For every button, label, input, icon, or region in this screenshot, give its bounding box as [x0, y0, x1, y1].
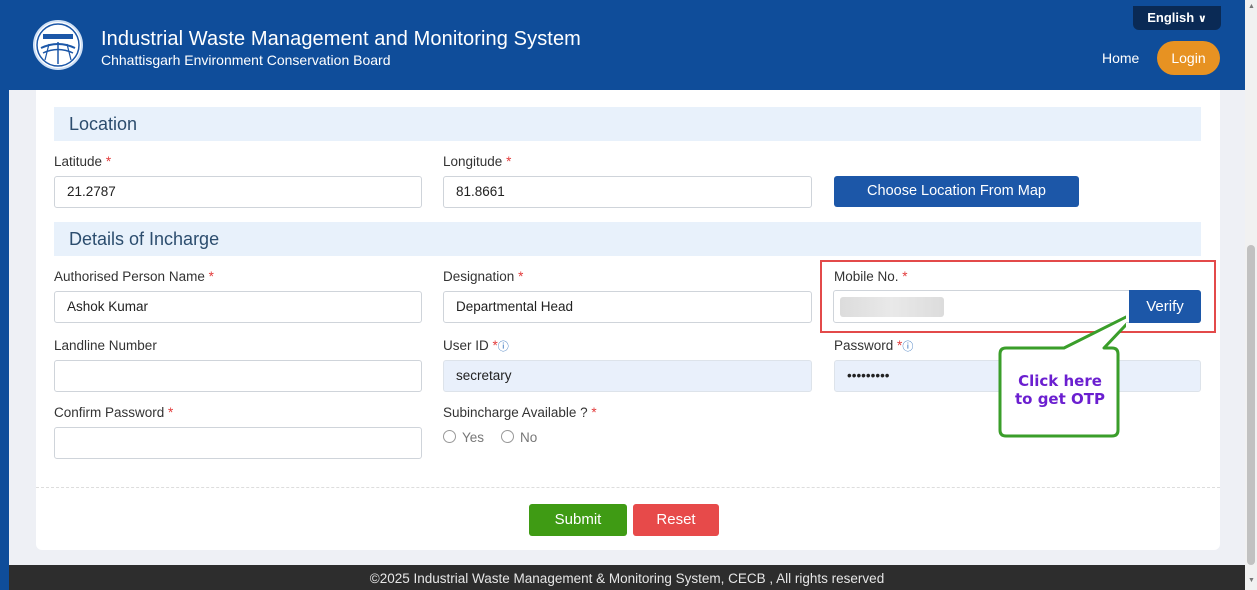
info-icon[interactable]: ⓘ — [902, 341, 913, 353]
landline-number-input[interactable] — [54, 360, 422, 392]
latitude-label: Latitude * — [54, 154, 112, 169]
language-select[interactable]: English ∨ — [1133, 6, 1221, 30]
form-divider — [36, 487, 1220, 488]
vertical-scrollbar[interactable]: ▲ ▼ — [1245, 0, 1257, 590]
cecb-logo-icon — [33, 20, 83, 70]
latitude-input[interactable]: 21.2787 — [54, 176, 422, 208]
user-id-label: User ID *ⓘ — [443, 338, 509, 353]
designation-label: Designation * — [443, 269, 524, 284]
required-mark: * — [591, 405, 597, 420]
password-label: Password *ⓘ — [834, 338, 914, 353]
landline-number-label: Landline Number — [54, 338, 157, 353]
app-subtitle: Chhattisgarh Environment Conservation Bo… — [101, 52, 391, 68]
section-location-heading: Location — [54, 107, 1201, 141]
subincharge-yes-label[interactable]: Yes — [462, 430, 484, 445]
confirm-password-input[interactable] — [54, 427, 422, 459]
scroll-down-icon[interactable]: ▼ — [1248, 577, 1255, 584]
subincharge-yes-radio[interactable] — [443, 430, 456, 443]
section-incharge-heading: Details of Incharge — [54, 222, 1201, 256]
chevron-down-icon: ∨ — [1197, 13, 1207, 25]
required-mark: * — [208, 269, 214, 284]
subincharge-no-radio[interactable] — [501, 430, 514, 443]
submit-button[interactable]: Submit — [529, 504, 627, 536]
scroll-up-icon[interactable]: ▲ — [1248, 3, 1255, 10]
longitude-input[interactable]: 81.8661 — [443, 176, 812, 208]
authorised-person-name-input[interactable]: Ashok Kumar — [54, 291, 422, 323]
subincharge-available-label: Subincharge Available ? * — [443, 405, 597, 420]
longitude-label: Longitude * — [443, 154, 512, 169]
login-button[interactable]: Login — [1157, 41, 1220, 75]
app-title: Industrial Waste Management and Monitori… — [101, 28, 581, 50]
subincharge-no-label[interactable]: No — [520, 430, 537, 445]
required-mark: * — [506, 154, 512, 169]
required-mark: * — [105, 154, 112, 169]
reset-button[interactable]: Reset — [633, 504, 719, 536]
required-mark: * — [518, 269, 524, 284]
app-header: Industrial Waste Management and Monitori… — [0, 0, 1245, 90]
choose-location-from-map-button[interactable]: Choose Location From Map — [834, 176, 1079, 207]
required-mark: * — [168, 405, 174, 420]
confirm-password-label: Confirm Password * — [54, 405, 174, 420]
language-label: English — [1147, 10, 1195, 25]
home-link[interactable]: Home — [1102, 50, 1139, 66]
scrollbar-thumb[interactable] — [1247, 245, 1255, 565]
designation-input[interactable]: Departmental Head — [443, 291, 812, 323]
left-frame-border — [0, 90, 9, 590]
user-id-input: secretary — [443, 360, 812, 392]
info-icon[interactable]: ⓘ — [498, 341, 509, 353]
page-footer: ©2025 Industrial Waste Management & Moni… — [9, 565, 1245, 590]
callout-text: Click here to get OTP — [1015, 372, 1105, 408]
authorised-person-name-label: Authorised Person Name * — [54, 269, 214, 284]
